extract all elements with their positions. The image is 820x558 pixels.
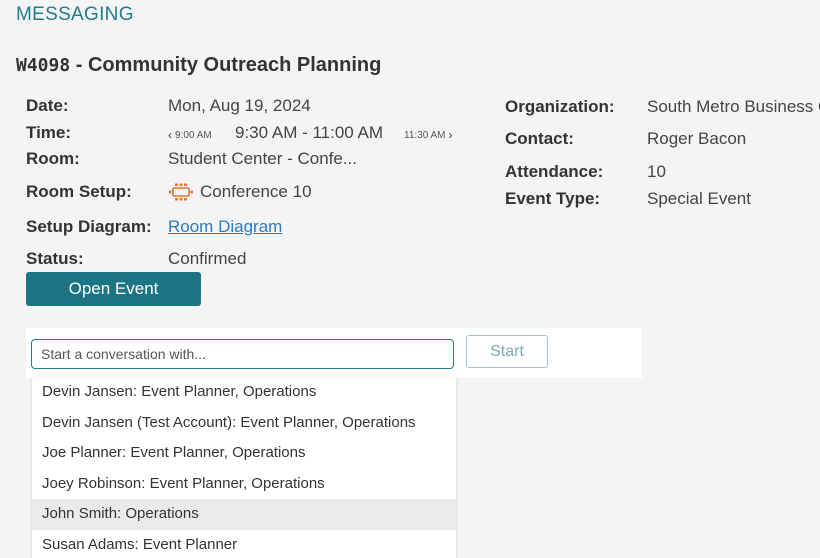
recipient-option[interactable]: Devin Jansen: Event Planner, Operations	[32, 377, 456, 408]
recipient-option[interactable]: Joey Robinson: Event Planner, Operations	[32, 469, 456, 500]
contact-label: Contact:	[505, 129, 574, 148]
previous-time-button[interactable]: ‹ 9:00 AM	[168, 128, 212, 142]
recipient-option[interactable]: Joe Planner: Event Planner, Operations	[32, 438, 456, 469]
contact-value: Roger Bacon	[647, 129, 747, 148]
event-title: W4098 - Community Outreach Planning	[16, 54, 381, 77]
date-value: Mon, Aug 19, 2024	[168, 96, 311, 115]
section-heading: MESSAGING	[16, 4, 134, 25]
event-type-value: Special Event	[647, 189, 751, 208]
time-label: Time:	[26, 123, 72, 142]
room-label: Room:	[26, 149, 80, 168]
status-label: Status:	[26, 249, 84, 268]
room-value: Student Center - Confe...	[168, 149, 357, 168]
organization-value: South Metro Business C	[647, 97, 820, 116]
event-type-label: Event Type:	[505, 189, 601, 208]
conversation-search-input[interactable]: Start a conversation with...	[31, 339, 454, 369]
recipient-option-highlighted[interactable]: John Smith: Operations	[32, 499, 456, 530]
setup-diagram-label: Setup Diagram:	[26, 217, 152, 236]
event-code: W4098	[16, 55, 71, 76]
recipient-option[interactable]: Susan Adams: Event Planner	[32, 530, 456, 558]
date-label: Date:	[26, 96, 69, 115]
attendance-value: 10	[647, 162, 666, 181]
chevron-right-icon: ›	[448, 128, 453, 142]
status-value: Confirmed	[168, 249, 247, 268]
previous-time-label: 9:00 AM	[175, 129, 212, 141]
recipient-option[interactable]: Devin Jansen (Test Account): Event Plann…	[32, 408, 456, 439]
conference-table-icon	[168, 182, 194, 202]
next-time-button[interactable]: 11:30 AM ›	[404, 128, 453, 142]
chevron-left-icon: ‹	[168, 128, 172, 142]
room-diagram-link[interactable]: Room Diagram	[168, 217, 282, 237]
attendance-label: Attendance:	[505, 162, 604, 181]
start-conversation-button[interactable]: Start	[466, 335, 548, 368]
organization-label: Organization:	[505, 97, 615, 116]
time-value: 9:30 AM - 11:00 AM	[235, 123, 384, 142]
room-setup-value: Conference 10	[200, 182, 312, 201]
event-name: - Community Outreach Planning	[70, 54, 382, 76]
open-event-button[interactable]: Open Event	[26, 272, 201, 306]
room-setup-label: Room Setup:	[26, 182, 132, 201]
next-time-label: 11:30 AM	[404, 129, 446, 141]
recipient-dropdown: Devin Jansen: Event Planner, Operations …	[32, 377, 456, 558]
